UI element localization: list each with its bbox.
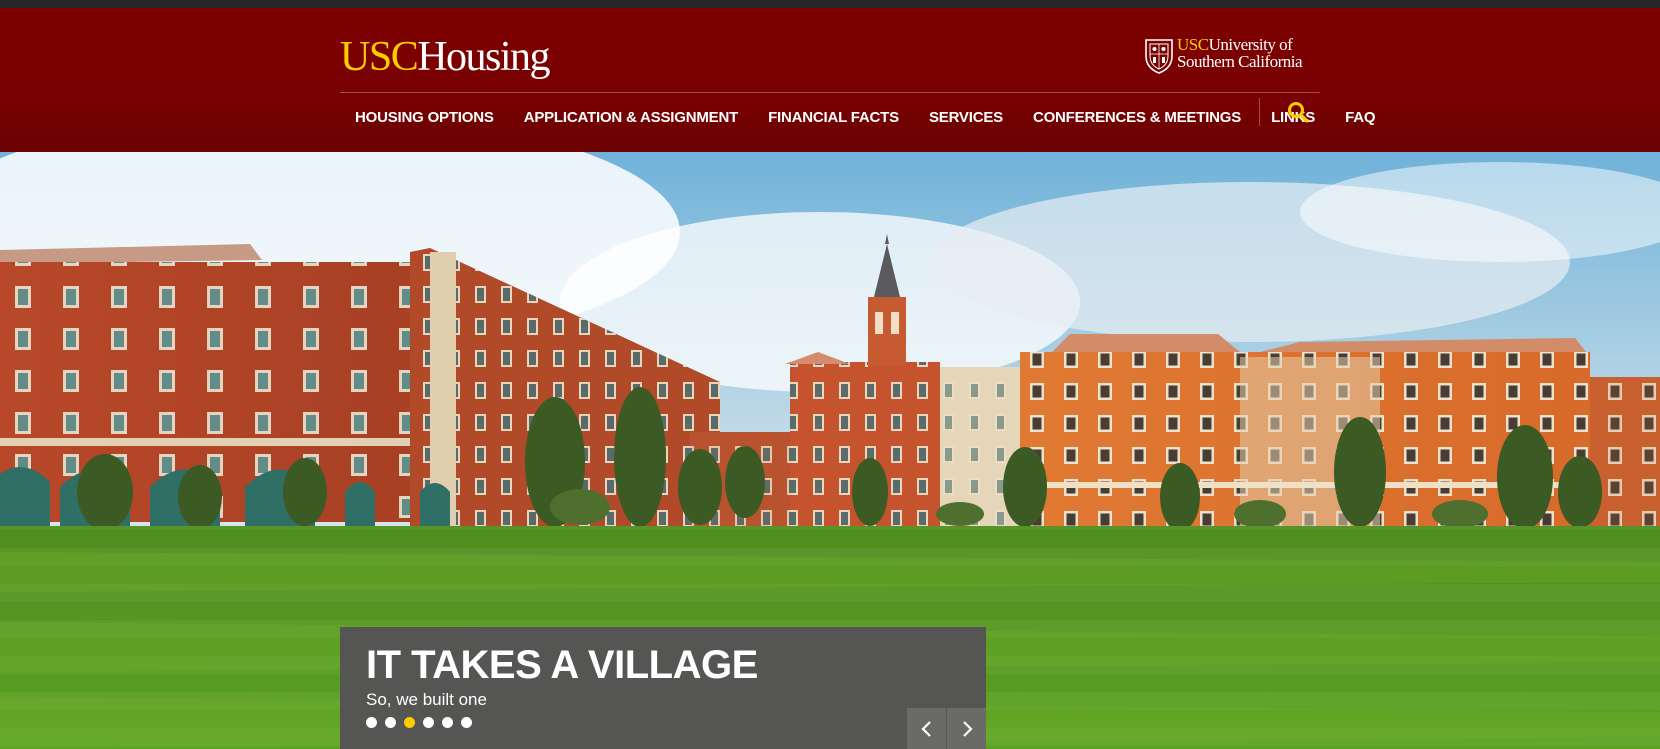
previous-slide-button[interactable] [907, 708, 947, 749]
nav-item-housing-options[interactable]: HOUSING OPTIONS [340, 109, 509, 126]
nav-item-financial-facts[interactable]: FINANCIAL FACTS [753, 109, 914, 126]
usc-seal-icon [1143, 36, 1177, 79]
nav-item-services[interactable]: SERVICES [914, 109, 1018, 126]
main-nav: HOUSING OPTIONS APPLICATION & ASSIGNMENT… [340, 100, 1390, 134]
usc-housing-logo[interactable]: USCHousing [340, 34, 551, 80]
slide-caption: IT TAKES A VILLAGE So, we built one [340, 627, 986, 749]
slide-pagination [366, 717, 480, 728]
header-divider [340, 92, 1320, 93]
logo-usc-text: USC [340, 34, 419, 80]
slide-dot-2[interactable] [385, 717, 396, 728]
slide-dot-4[interactable] [423, 717, 434, 728]
logo-housing-text: Housing [417, 34, 550, 80]
slide-dot-6[interactable] [461, 717, 472, 728]
hero-slider: IT TAKES A VILLAGE So, we built one [0, 152, 1660, 749]
slide-dot-3[interactable] [404, 717, 415, 728]
next-slide-button[interactable] [947, 708, 986, 749]
nav-item-faq[interactable]: FAQ [1330, 109, 1390, 126]
slide-subtitle: So, we built one [366, 690, 487, 709]
slide-dot-5[interactable] [442, 717, 453, 728]
univ-line2-text: Southern California [1177, 52, 1303, 71]
nav-item-application-assignment[interactable]: APPLICATION & ASSIGNMENT [509, 109, 753, 126]
usc-university-logo[interactable]: USCUniversity of Southern California [1143, 36, 1303, 79]
slide-title: IT TAKES A VILLAGE [366, 643, 758, 687]
slide-dot-1[interactable] [366, 717, 377, 728]
search-button[interactable] [1284, 100, 1312, 128]
search-icon [1287, 101, 1309, 128]
nav-item-conferences-meetings[interactable]: CONFERENCES & MEETINGS [1018, 109, 1256, 126]
chevron-right-icon [960, 720, 974, 738]
top-strip [0, 0, 1660, 8]
chevron-left-icon [920, 720, 934, 738]
nav-separator [1259, 98, 1260, 126]
